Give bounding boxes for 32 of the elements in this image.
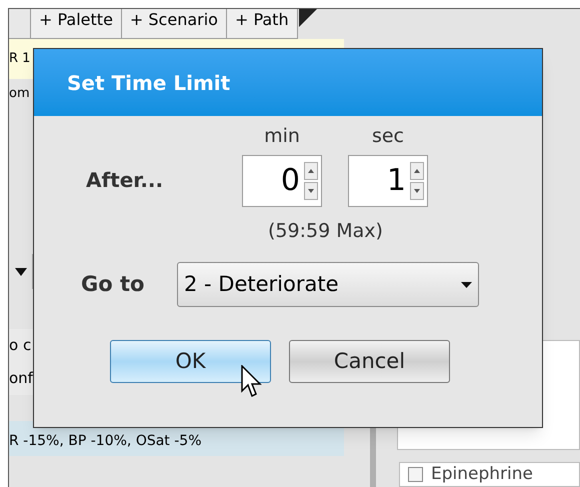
palette-tab[interactable]: + Scenario xyxy=(122,9,227,39)
number-spinner[interactable]: 1 xyxy=(348,154,428,206)
palette-tab[interactable]: + Path xyxy=(226,9,298,39)
row-text: R 1 xyxy=(9,50,30,68)
checkbox[interactable] xyxy=(408,467,423,482)
after-label: After... xyxy=(86,166,164,194)
number-spinner[interactable]: 0 xyxy=(242,154,322,206)
mouse-cursor-icon xyxy=(241,365,262,399)
spin-down-icon[interactable] xyxy=(410,182,424,200)
dropdown-arrow-icon xyxy=(461,282,472,288)
max-note: (59:59 Max) xyxy=(268,218,384,244)
row-text: om xyxy=(9,85,30,104)
checkbox-label: Epinephrine xyxy=(431,462,533,486)
unit-label: sec xyxy=(372,124,404,149)
dropdown-arrow-icon xyxy=(14,268,26,276)
row-text: o c xyxy=(9,335,32,356)
triangle-icon xyxy=(296,9,317,29)
spin-up-icon[interactable] xyxy=(304,162,318,180)
goto-label: Go to xyxy=(81,270,146,298)
unit-label: min xyxy=(264,124,300,149)
palette-tab[interactable]: + Palette xyxy=(31,9,122,39)
dialog-title: Set Time Limit xyxy=(67,70,230,96)
row-text: R -15%, BP -10%, OSat -5% xyxy=(9,434,202,448)
spin-up-icon[interactable] xyxy=(410,162,424,180)
spinner-value: 0 xyxy=(280,166,301,196)
dialog-button[interactable]: Cancel xyxy=(289,340,450,383)
row-text: onf xyxy=(9,368,33,390)
spin-down-icon[interactable] xyxy=(304,182,318,200)
goto-select[interactable]: 2 - Deteriorate xyxy=(177,262,479,307)
checklist-item[interactable]: Epinephrine xyxy=(399,462,580,487)
dialog-button[interactable]: OK xyxy=(110,340,271,383)
spinner-value: 1 xyxy=(386,166,407,196)
